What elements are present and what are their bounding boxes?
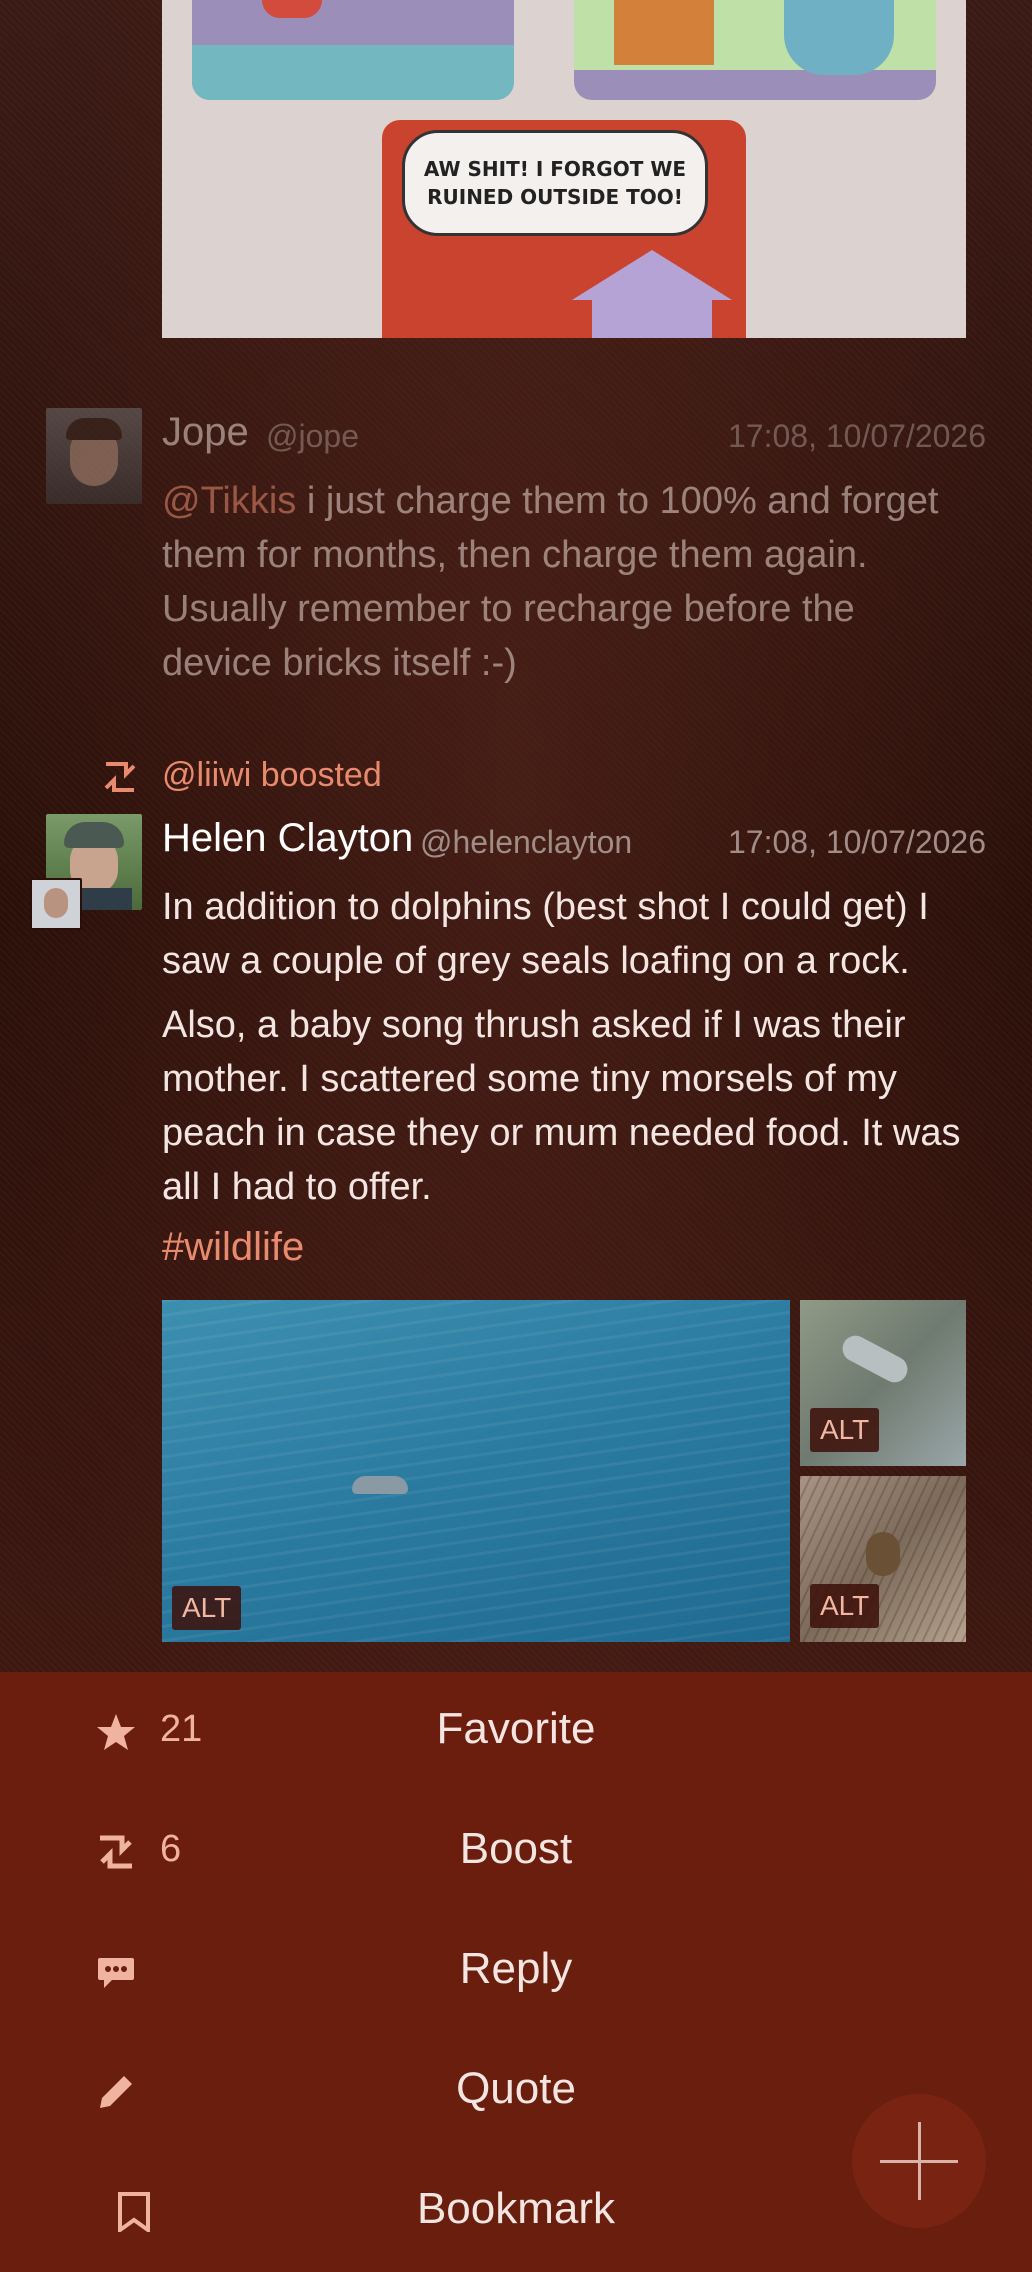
boost-indicator xyxy=(100,752,140,802)
comic-panel xyxy=(192,0,514,100)
booster-avatar[interactable] xyxy=(30,878,82,930)
alt-badge[interactable]: ALT xyxy=(810,1584,880,1628)
alt-badge[interactable]: ALT xyxy=(810,1408,880,1452)
menu-label: Boost xyxy=(459,1824,573,1873)
author-name[interactable]: Helen Clayton xyxy=(162,816,413,861)
alt-badge[interactable]: ALT xyxy=(172,1586,242,1630)
menu-label: Quote xyxy=(456,2064,576,2113)
comic-panel xyxy=(574,0,936,100)
menu-item-boost[interactable]: 6 Boost xyxy=(0,1792,1032,1912)
author-handle[interactable]: @helenclayton xyxy=(420,824,632,861)
menu-label: Reply xyxy=(459,1944,573,1993)
media-dolphin[interactable]: ALT xyxy=(162,1300,790,1642)
post-content: @Tikkis i just charge them to 100% and f… xyxy=(162,474,962,690)
menu-item-favorite[interactable]: 21 Favorite xyxy=(0,1672,1032,1792)
dolphin-shape xyxy=(352,1476,408,1494)
house-icon xyxy=(572,250,732,300)
avatar[interactable] xyxy=(46,408,142,504)
boosted-by-label[interactable]: @liiwi boosted xyxy=(162,756,382,795)
media-thrush[interactable]: ALT xyxy=(800,1476,966,1642)
mention-link[interactable]: @Tikkis xyxy=(162,480,296,522)
post-paragraph: Also, a baby song thrush asked if I was … xyxy=(162,1004,961,1208)
post-paragraph: In addition to dolphins (best shot I cou… xyxy=(162,886,929,982)
hashtag-link[interactable]: #wildlife xyxy=(162,1225,304,1270)
comic-speech-bubble: AW SHIT! I FORGOT WE RUINED OUTSIDE TOO! xyxy=(402,130,708,236)
post-timestamp: 17:08, 10/07/2026 xyxy=(727,418,986,454)
compose-fab[interactable] xyxy=(852,2094,986,2228)
menu-label: Favorite xyxy=(436,1704,596,1753)
author-handle[interactable]: @jope xyxy=(266,418,359,455)
media-seal[interactable]: ALT xyxy=(800,1300,966,1466)
boost-icon xyxy=(104,762,136,792)
post-image-comic[interactable]: AW SHIT! I FORGOT WE RUINED OUTSIDE TOO! xyxy=(162,0,966,338)
post-timestamp: 17:08, 10/07/2026 xyxy=(727,824,986,860)
menu-item-reply[interactable]: Reply xyxy=(0,1912,1032,2032)
author-name[interactable]: Jope xyxy=(162,410,249,455)
